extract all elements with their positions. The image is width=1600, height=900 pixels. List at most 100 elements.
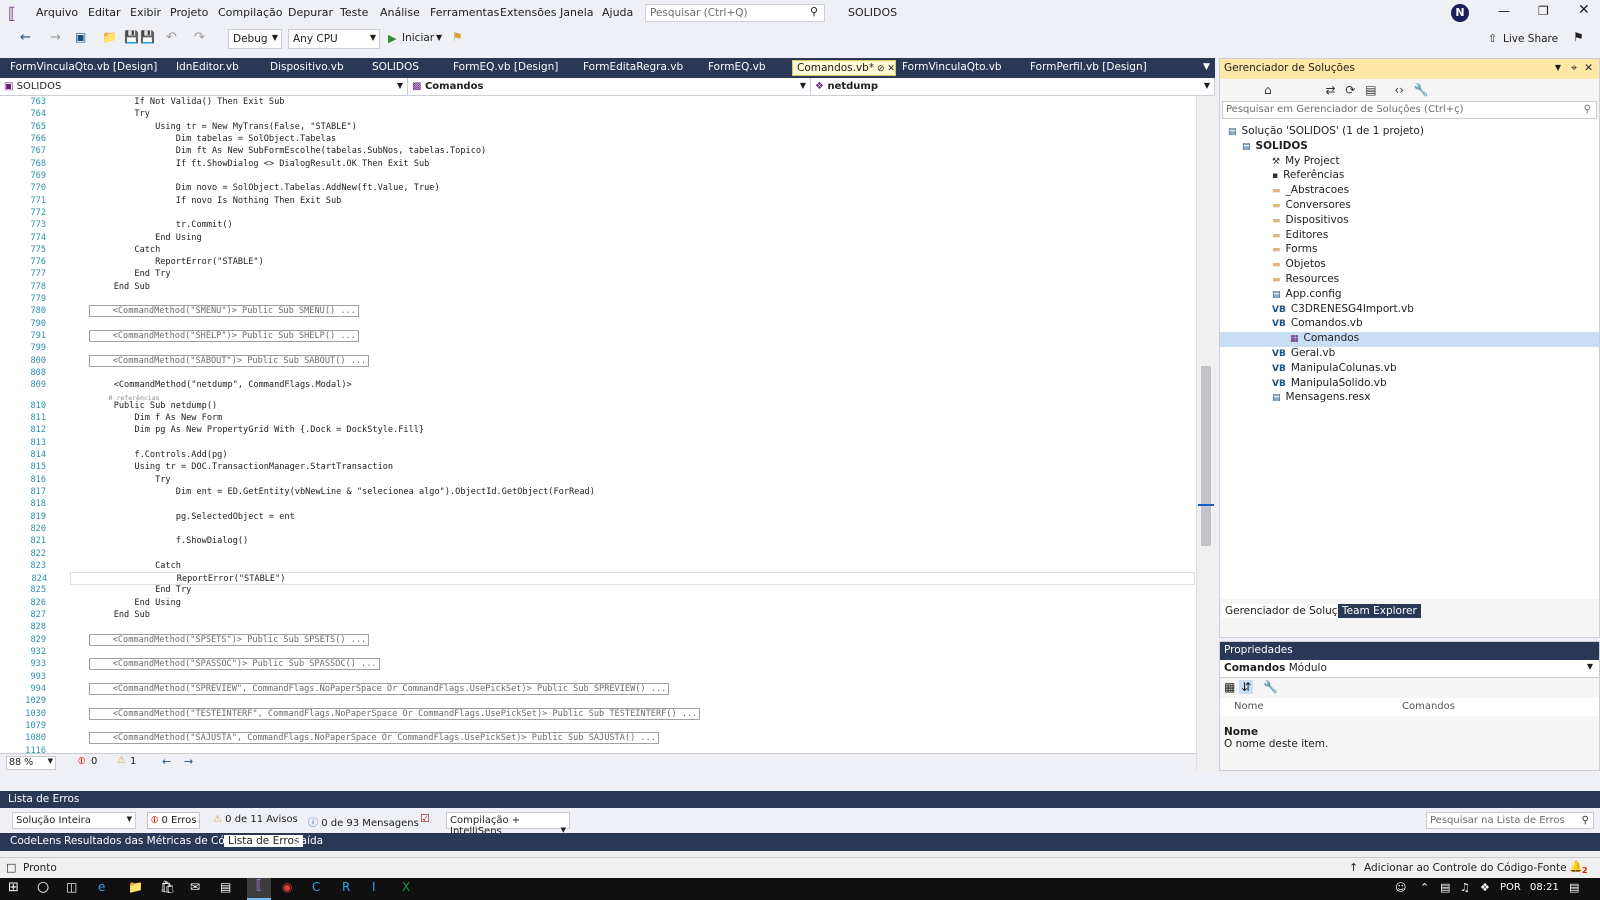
menu-11[interactable]: Ajuda bbox=[602, 6, 633, 19]
tree-item[interactable]: ▬ Resources bbox=[1272, 273, 1600, 288]
code-line[interactable]: 764 Try bbox=[0, 108, 1195, 120]
tab-team-explorer[interactable]: Team Explorer bbox=[1338, 604, 1421, 618]
tree-item[interactable]: ▤ Mensagens.resx bbox=[1272, 391, 1600, 406]
messages-filter-button[interactable]: ⓘ 0 de 93 Mensagens bbox=[305, 812, 422, 829]
start-play-icon[interactable]: ▶ bbox=[388, 32, 396, 45]
code-line[interactable]: 768 If ft.ShowDialog <> DialogResult.OK … bbox=[0, 158, 1195, 170]
start-dropdown-icon[interactable]: ▼ bbox=[436, 33, 442, 42]
code-line[interactable]: 772 bbox=[0, 207, 1195, 219]
code-line[interactable]: 1080 <CommandMethod("SAJUSTA", CommandFl… bbox=[0, 732, 1195, 745]
vertical-scrollbar[interactable] bbox=[1196, 96, 1215, 771]
windows-start-icon[interactable]: ⊞ bbox=[8, 880, 19, 895]
save-icon[interactable]: 💾 bbox=[124, 30, 139, 44]
code-line[interactable]: 800 <CommandMethod("SABOUT")> Public Sub… bbox=[0, 354, 1195, 367]
menu-9[interactable]: Extensões bbox=[500, 6, 556, 19]
property-pages-icon[interactable]: 🔧 bbox=[1263, 680, 1278, 694]
bottom-tab-0[interactable]: CodeLens bbox=[6, 835, 65, 847]
tab-document-8[interactable]: FormVinculaQto.vb bbox=[898, 60, 1022, 76]
minimize-button[interactable]: — bbox=[1498, 4, 1510, 18]
tab-document-2[interactable]: Dispositivo.vb bbox=[266, 60, 362, 76]
bottom-tab-1[interactable]: Resultados das Métricas de Código bbox=[60, 835, 251, 847]
tab-document-7[interactable]: Comandos.vb* ⊘ ✕ bbox=[792, 60, 896, 76]
code-line[interactable]: 778 End Sub bbox=[0, 281, 1195, 293]
undo-icon[interactable]: ↶ bbox=[166, 30, 177, 45]
properties-object-select[interactable]: Comandos Módulo ▼ bbox=[1220, 660, 1599, 678]
code-line[interactable]: 765 Using tr = New MyTrans(False, "STABL… bbox=[0, 121, 1195, 133]
forward-icon[interactable]: → bbox=[50, 30, 61, 45]
editor-warning-count[interactable]: 1 bbox=[130, 756, 136, 767]
clock[interactable]: 08:21 bbox=[1530, 882, 1559, 893]
edge-icon[interactable]: e bbox=[98, 880, 105, 894]
volume-icon[interactable]: ♫ bbox=[1460, 881, 1470, 894]
panel-pin-icon[interactable]: ⌖ bbox=[1571, 62, 1577, 75]
open-folder-icon[interactable]: 📁 bbox=[102, 30, 117, 44]
sync-icon[interactable]: ⇄ bbox=[1325, 83, 1335, 97]
code-line[interactable]: 829 <CommandMethod("SPSETS")> Public Sub… bbox=[0, 633, 1195, 646]
collapse-all-icon[interactable]: ▤ bbox=[1365, 83, 1376, 97]
mail-icon[interactable]: ✉ bbox=[190, 880, 200, 894]
language-indicator[interactable]: POR bbox=[1500, 882, 1521, 893]
editor-error-count[interactable]: 0 bbox=[91, 756, 97, 767]
code-line[interactable]: 779 bbox=[0, 293, 1195, 305]
collapsed-region[interactable]: <CommandMethod("SHELP")> Public Sub SHEL… bbox=[89, 330, 359, 343]
menu-8[interactable]: Ferramentas bbox=[430, 6, 499, 19]
code-line[interactable]: 774 End Using bbox=[0, 232, 1195, 244]
code-line[interactable]: 763 If Not Valida() Then Exit Sub bbox=[0, 96, 1195, 108]
collapsed-region[interactable]: <CommandMethod("SPREVIEW", CommandFlags.… bbox=[89, 683, 670, 696]
menu-2[interactable]: Exibir bbox=[130, 6, 161, 19]
tab-document-1[interactable]: IdnEditor.vb bbox=[172, 60, 260, 76]
chrome-icon[interactable]: ◉ bbox=[282, 880, 292, 894]
close-button[interactable]: ✕ bbox=[1578, 2, 1590, 18]
code-line[interactable]: 812 Dim pg As New PropertyGrid With {.Do… bbox=[0, 424, 1195, 436]
revit-icon[interactable]: R bbox=[342, 880, 350, 894]
network-icon[interactable]: ▤ bbox=[1440, 881, 1450, 894]
refresh-icon[interactable]: ⟳ bbox=[1345, 83, 1355, 97]
navigate-back-icon[interactable]: ← bbox=[162, 755, 171, 768]
properties-wrench-icon[interactable]: 🔧 bbox=[1414, 83, 1429, 97]
code-line[interactable]: 993 bbox=[0, 671, 1195, 683]
code-line[interactable]: 933 <CommandMethod("SPASSOC")> Public Su… bbox=[0, 658, 1195, 671]
code-line[interactable]: 822 bbox=[0, 548, 1195, 560]
menu-7[interactable]: Análise bbox=[380, 6, 420, 19]
member-dropdown[interactable]: ❖ netdump ▼ bbox=[811, 78, 1215, 96]
bookmark-icon[interactable]: ⚑ bbox=[452, 30, 463, 44]
live-share-icon[interactable]: ⇧ bbox=[1488, 32, 1497, 45]
code-line[interactable]: 769 bbox=[0, 170, 1195, 182]
collapsed-region[interactable]: <CommandMethod("TESTEINTERF", CommandFla… bbox=[89, 707, 701, 720]
errors-filter-button[interactable]: ⦶ 0 Erros bbox=[147, 812, 201, 829]
tree-item[interactable]: ▤ Solução 'SOLIDOS' (1 de 1 projeto) bbox=[1228, 125, 1598, 140]
collapsed-region[interactable]: <CommandMethod("SABOUT")> Public Sub SAB… bbox=[89, 354, 370, 367]
code-line[interactable]: 790 bbox=[0, 318, 1195, 330]
code-line[interactable]: 776 ReportError("STABLE") bbox=[0, 256, 1195, 268]
platform-select[interactable]: Any CPU ▼ bbox=[288, 29, 380, 49]
categorized-icon[interactable]: ▦ bbox=[1224, 680, 1235, 694]
project-dropdown[interactable]: ▣ SOLIDOS ▼ bbox=[0, 78, 408, 96]
tree-item[interactable]: ▪ Referências bbox=[1272, 169, 1600, 184]
property-value[interactable]: Comandos bbox=[1402, 701, 1455, 712]
code-line[interactable]: 815 Using tr = DOC.TransactionManager.St… bbox=[0, 461, 1195, 473]
save-all-icon[interactable]: 💾 bbox=[140, 30, 155, 44]
tree-item[interactable]: ▬ Editores bbox=[1272, 229, 1600, 244]
action-center-icon[interactable]: ▤ bbox=[1569, 881, 1579, 894]
code-line[interactable]: 828 bbox=[0, 621, 1195, 633]
tree-item[interactable]: ▬ Objetos bbox=[1272, 258, 1600, 273]
tree-item[interactable]: VB C3DRENESG4Import.vb bbox=[1272, 303, 1600, 318]
collapsed-region[interactable]: <CommandMethod("SPASSOC")> Public Sub SP… bbox=[89, 658, 380, 671]
code-line[interactable]: 811 Dim f As New Form bbox=[0, 412, 1195, 424]
live-share-button[interactable]: Live Share bbox=[1503, 33, 1558, 45]
code-view-icon[interactable]: ‹› bbox=[1394, 83, 1404, 97]
menu-10[interactable]: Janela bbox=[560, 6, 594, 19]
code-line[interactable]: 810 Public Sub netdump() bbox=[0, 400, 1195, 412]
collapsed-region[interactable]: <CommandMethod("SPSETS")> Public Sub SPS… bbox=[89, 633, 370, 646]
tree-item[interactable]: ▬ _Abstracoes bbox=[1272, 184, 1600, 199]
collapsed-region[interactable]: <CommandMethod("SMENU")> Public Sub SMEN… bbox=[89, 305, 359, 318]
tree-item[interactable]: VB Comandos.vb bbox=[1272, 317, 1600, 332]
menu-1[interactable]: Editar bbox=[88, 6, 121, 19]
tree-item[interactable]: VB ManipulaColunas.vb bbox=[1272, 362, 1600, 377]
menu-4[interactable]: Compilação bbox=[218, 6, 282, 19]
tree-item[interactable]: ▤ SOLIDOS bbox=[1242, 140, 1598, 155]
code-line[interactable]: 770 Dim novo = SolObject.Tabelas.AddNew(… bbox=[0, 182, 1195, 194]
code-line[interactable]: 816 Try bbox=[0, 474, 1195, 486]
code-line[interactable]: 821 f.ShowDialog() bbox=[0, 535, 1195, 547]
code-line[interactable]: 780 <CommandMethod("SMENU")> Public Sub … bbox=[0, 305, 1195, 318]
